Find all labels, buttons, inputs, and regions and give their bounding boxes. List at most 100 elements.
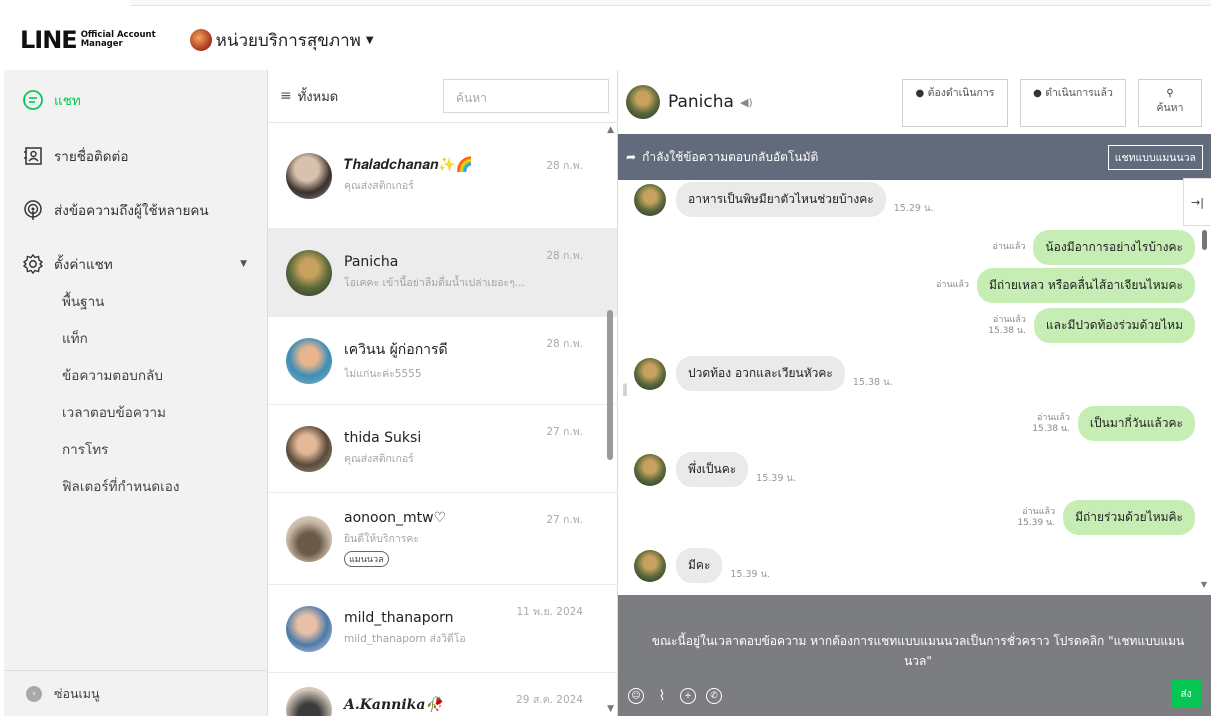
- emoji-icon[interactable]: ☺: [628, 688, 644, 704]
- chat-date: 28 ก.พ.: [546, 338, 583, 350]
- chat-name: Panicha: [344, 254, 399, 270]
- scrollbar-thumb[interactable]: [1202, 230, 1207, 250]
- message-bubble: เป็นมากี่วันแล้วคะ: [1077, 406, 1195, 441]
- chat-item[interactable]: 𝑻𝒉𝒂𝒍𝒂𝒅𝒄𝒉𝒂𝒏𝒂𝒏✨🌈 คุณส่งสติกเกอร์ 28 ก.พ.: [268, 123, 617, 229]
- chat-item[interactable]: 𝑨.𝑲𝒂𝒏𝒏𝒊𝒌𝒂🥀 29 ส.ค. 2024: [268, 673, 617, 716]
- message-bubble: ปวดท้อง อวกและเวียนหัวคะ: [676, 356, 845, 391]
- chat-item-selected[interactable]: Panicha โอเคคะ เข้านี้อย่าลืมดื่มน้ำเปล่…: [268, 229, 617, 317]
- done-label: ดำเนินการแล้ว: [1045, 87, 1113, 99]
- incoming-message: อาหารเป็นพิษมียาตัวไหนช่วยบ้างคะ 15.29 น…: [634, 182, 933, 217]
- scrollbar[interactable]: [607, 130, 613, 714]
- speaker-icon[interactable]: ◀): [740, 96, 753, 109]
- chat-item[interactable]: thida Suksi คุณส่งสติกเกอร์ 27 ก.พ.: [268, 405, 617, 493]
- collapse-label: ซ่อนเมนู: [54, 685, 100, 701]
- subitem-auto-reply[interactable]: ข้อความตอบกลับ: [4, 356, 267, 393]
- back-arrow-icon: ➦: [626, 150, 637, 164]
- room-search-button[interactable]: ⚲ ค้นหา: [1138, 79, 1202, 127]
- read-receipt: อ่านแล้ว 15.38 น.: [988, 315, 1026, 337]
- chat-name: 𝑻𝒉𝒂𝒍𝒂𝒅𝒄𝒉𝒂𝒏𝒂𝒏✨🌈: [344, 157, 474, 173]
- auto-reply-banner: ➦ กำลังใช้ข้อความตอบกลับอัตโนมัติ แชทแบบ…: [618, 134, 1211, 180]
- message-area: อาหารเป็นพิษมียาตัวไหนช่วยบ้างคะ 15.29 น…: [618, 180, 1211, 594]
- subitem-custom-filters[interactable]: ฟิลเตอร์ที่กำหนดเอง: [4, 467, 267, 504]
- chat-name: 𝑨.𝑲𝒂𝒏𝒏𝒊𝒌𝒂🥀: [344, 697, 443, 713]
- room-search-label: ค้นหา: [1156, 102, 1184, 114]
- sidebar-item-chat[interactable]: แชท: [4, 82, 267, 118]
- message-bubble: อาหารเป็นพิษมียาตัวไหนช่วยบ้างคะ: [676, 182, 886, 217]
- message-footer: ขณะนี้อยู่ในเวลาตอบข้อความ หากต้องการแชท…: [618, 595, 1211, 716]
- mark-todo-button[interactable]: ● ต้องดำเนินการ: [902, 79, 1008, 127]
- message-time: 15.39 น.: [730, 569, 771, 580]
- incoming-message: พึ่งเป็นคะ 15.39 น.: [634, 452, 796, 487]
- message-bubble: น้องมีอาการอย่างไรบ้างคะ: [1033, 230, 1195, 265]
- avatar: [634, 549, 666, 582]
- subitem-response-hours[interactable]: เวลาตอบข้อความ: [4, 393, 267, 430]
- read-receipt: อ่านแล้ว: [992, 242, 1025, 253]
- message-bubble: มีคะ: [676, 548, 723, 583]
- chat-name: thida Suksi: [344, 430, 422, 446]
- manual-chat-button[interactable]: แชทแบบแมนนวล: [1107, 145, 1203, 170]
- check-bubble-icon: ●: [1033, 88, 1042, 99]
- plus-icon[interactable]: +: [680, 688, 696, 704]
- avatar: [286, 425, 332, 472]
- chat-meta: 𝑨.𝑲𝒂𝒏𝒏𝒊𝒌𝒂🥀: [344, 687, 544, 716]
- logo-sub-2: Manager: [80, 39, 123, 49]
- collapse-icon: ‹: [26, 685, 42, 702]
- avatar: [286, 515, 332, 562]
- expand-panel-icon[interactable]: →|: [1183, 178, 1211, 226]
- message-bubble: มีถ่ายร่วมด้วยไหมคิะ: [1063, 500, 1195, 535]
- scroll-down-arrow-icon[interactable]: ▼: [1201, 580, 1207, 589]
- chat-preview: คุณส่งสติกเกอร์: [344, 453, 414, 465]
- attachment-icon[interactable]: ⌇: [654, 688, 670, 704]
- resize-handle-icon[interactable]: ‖: [622, 382, 628, 396]
- chat-item[interactable]: เควินน ผู้ก่อการดี ไม่แก่นะค่ะ5555 28 ก.…: [268, 317, 617, 405]
- sidebar-item-broadcast[interactable]: ส่งข้อความถึงผู้ใช้หลายคน: [4, 192, 267, 228]
- call-icon[interactable]: ✆: [706, 688, 722, 704]
- chat-item[interactable]: mild_thanaporn mild_thanaporn ส่งวิดีโอ …: [268, 585, 617, 673]
- sidebar-item-chat-settings[interactable]: ตั้งค่าแชท ▼: [4, 246, 267, 282]
- send-button[interactable]: ส่ง: [1171, 680, 1201, 708]
- chat-name: aonoon_mtw♡: [344, 510, 447, 526]
- read-time: 15.39 น.: [1017, 517, 1056, 528]
- account-switcher[interactable]: หน่วยบริการสุขภาพ ▼: [189, 27, 374, 54]
- logo-text: LINE: [20, 26, 78, 54]
- top-strip: [130, 0, 1211, 6]
- scroll-down-arrow-icon[interactable]: ▼: [607, 704, 614, 714]
- contacts-icon: [22, 145, 44, 167]
- incoming-message: มีคะ 15.39 น.: [634, 548, 770, 583]
- message-bubble: และมีปวดท้องร่วมด้วยไหม: [1033, 308, 1195, 343]
- search-input[interactable]: ค้นหา: [443, 79, 609, 113]
- avatar[interactable]: [626, 85, 660, 119]
- search-icon: ⚲: [1166, 88, 1174, 99]
- message-time: 15.38 น.: [852, 377, 893, 388]
- chat-list-header: ≡ ทั้งหมด ค้นหา: [268, 70, 617, 123]
- chat-item[interactable]: aonoon_mtw♡ ยินดีให้บริการคะ แมนนวล 27 ก…: [268, 493, 617, 585]
- scrollbar-thumb[interactable]: [607, 310, 613, 460]
- outgoing-message: อ่านแล้ว 15.38 น. เป็นมากี่วันแล้วคะ: [1032, 406, 1195, 441]
- message-time: 15.29 น.: [893, 203, 934, 214]
- account-avatar: [189, 29, 212, 51]
- line-oa-logo[interactable]: LINE Official Account Manager: [20, 26, 156, 54]
- avatar: [286, 152, 332, 199]
- avatar: [634, 453, 666, 486]
- read-receipt: อ่านแล้ว 15.38 น.: [1032, 413, 1070, 435]
- read-receipt: อ่านแล้ว: [936, 280, 969, 291]
- chat-preview: mild_thanaporn ส่งวิดีโอ: [344, 633, 466, 645]
- subitem-basic[interactable]: พื้นฐาน: [4, 282, 267, 319]
- sidebar-item-label: รายชื่อติดต่อ: [54, 149, 129, 165]
- read-label: อ่านแล้ว: [1036, 412, 1070, 423]
- subitem-calls[interactable]: การโทร: [4, 430, 267, 467]
- subitem-tags[interactable]: แท็ก: [4, 319, 267, 356]
- collapse-menu-button[interactable]: ‹ ซ่อนเมนู: [4, 670, 266, 716]
- chat-meta: 𝑻𝒉𝒂𝒍𝒂𝒅𝒄𝒉𝒂𝒏𝒂𝒏✨🌈 คุณส่งสติกเกอร์: [344, 157, 544, 194]
- caret-down-icon[interactable]: ▼: [240, 259, 247, 269]
- message-bubble: พึ่งเป็นคะ: [676, 452, 749, 487]
- chat-date: 28 ก.พ.: [546, 160, 583, 172]
- outgoing-message: อ่านแล้ว มีถ่ายเหลว หรือคลื่นไส้อาเจียนไ…: [936, 268, 1195, 303]
- message-time: 15.39 น.: [756, 473, 796, 484]
- mark-done-button[interactable]: ● ดำเนินการแล้ว: [1020, 79, 1126, 127]
- read-time: 15.38 น.: [988, 325, 1026, 336]
- filter-dropdown[interactable]: ≡ ทั้งหมด: [280, 86, 338, 107]
- avatar: [634, 357, 666, 390]
- sidebar-item-contacts[interactable]: รายชื่อติดต่อ: [4, 138, 267, 174]
- avatar: [634, 183, 666, 216]
